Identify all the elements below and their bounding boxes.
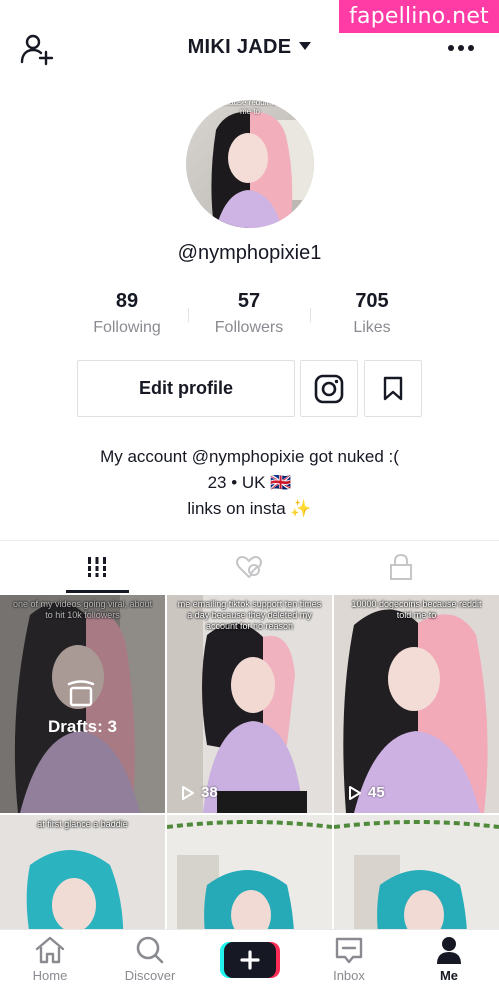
- bookmark-icon: [383, 376, 403, 400]
- thumbnail-image: [334, 595, 499, 813]
- video-thumbnail[interactable]: one of my videos going viral, about to h…: [0, 595, 165, 813]
- inbox-icon: [335, 937, 363, 964]
- home-icon: [35, 936, 65, 964]
- top-bar: MIKI JADE: [0, 28, 499, 68]
- avatar[interactable]: because reddit told me to: [186, 100, 314, 228]
- nav-me[interactable]: Me: [409, 936, 489, 983]
- nav-label: Home: [32, 968, 68, 983]
- play-icon: [349, 785, 361, 800]
- video-thumbnail[interactable]: me emailing tiktok support ten times a d…: [167, 595, 332, 813]
- video-caption: 10000 dogecoins because reddit told me t…: [351, 599, 482, 620]
- profile-handle: @nymphopixie1: [177, 242, 322, 264]
- profile-bio: My account @nymphopixie got nuked :( 23 …: [0, 444, 499, 522]
- stat-followers[interactable]: 57 Followers: [189, 290, 309, 337]
- profile-icon: [437, 937, 461, 964]
- hidden-likes-icon: [236, 556, 262, 579]
- video-caption: at first glance a baddie: [37, 819, 128, 829]
- stat-label: Followers: [214, 319, 284, 336]
- stat-likes[interactable]: 705 Likes: [312, 290, 432, 337]
- grid-icon: [87, 557, 107, 577]
- stat-value: 89: [115, 290, 139, 312]
- stat-label: Likes: [353, 319, 391, 336]
- video-caption: me emailing tiktok support ten times a d…: [177, 599, 322, 631]
- tab-private[interactable]: [318, 541, 484, 593]
- view-count-value: 38: [201, 784, 218, 801]
- bio-line: 23 • UK 🇬🇧: [207, 473, 292, 492]
- content-tabs: [0, 541, 499, 593]
- bio-line: links on insta ✨: [187, 499, 312, 518]
- instagram-icon: [314, 374, 344, 403]
- edit-profile-button[interactable]: Edit profile: [77, 360, 295, 417]
- thumbnail-image: [0, 815, 165, 935]
- instagram-button[interactable]: [300, 360, 358, 417]
- video-thumbnail[interactable]: [167, 815, 332, 935]
- video-thumbnail[interactable]: at first glance a baddie: [0, 815, 165, 935]
- lock-icon: [390, 554, 412, 580]
- play-icon: [182, 785, 194, 800]
- nav-inbox[interactable]: Inbox: [309, 936, 389, 983]
- video-thumbnail[interactable]: [334, 815, 499, 935]
- bio-line: My account @nymphopixie got nuked :(: [100, 447, 399, 466]
- thumbnail-image: [334, 815, 499, 935]
- nav-label: Inbox: [333, 968, 365, 983]
- create-button[interactable]: [220, 942, 280, 978]
- active-tab-indicator: [66, 590, 129, 593]
- search-icon: [136, 936, 164, 964]
- nav-label: Me: [439, 968, 459, 983]
- view-count: 45: [348, 784, 385, 801]
- avatar-caption: because reddit told me to: [216, 100, 284, 116]
- account-switcher[interactable]: MIKI JADE: [0, 36, 499, 59]
- favorites-button[interactable]: [364, 360, 422, 417]
- chevron-down-icon: [299, 42, 312, 50]
- view-count: 38: [181, 784, 218, 801]
- nav-label: Discover: [124, 968, 176, 983]
- drafts-icon: [67, 680, 95, 707]
- tab-videos[interactable]: [14, 541, 180, 593]
- drafts-count: Drafts: 3: [48, 717, 117, 736]
- nav-home[interactable]: Home: [10, 936, 90, 983]
- stat-label: Following: [93, 319, 161, 336]
- video-thumbnail[interactable]: 10000 dogecoins because reddit told me t…: [334, 595, 499, 813]
- nav-discover[interactable]: Discover: [110, 936, 190, 983]
- username: MIKI JADE: [187, 36, 292, 58]
- stat-value: 57: [237, 290, 261, 312]
- stat-value: 705: [355, 290, 389, 312]
- bottom-navigation: Home Discover Inbox Me: [0, 929, 499, 1000]
- thumbnail-image: [167, 815, 332, 935]
- create-plus-icon: [220, 942, 280, 978]
- divider: [310, 308, 311, 322]
- stat-following[interactable]: 89 Following: [67, 290, 187, 337]
- tab-liked[interactable]: [166, 541, 332, 593]
- view-count-value: 45: [368, 784, 385, 801]
- video-grid: one of my videos going viral, about to h…: [0, 595, 499, 935]
- more-dots-icon[interactable]: [447, 44, 475, 52]
- profile-stats: 89 Following 57 Followers 705 Likes: [0, 290, 499, 340]
